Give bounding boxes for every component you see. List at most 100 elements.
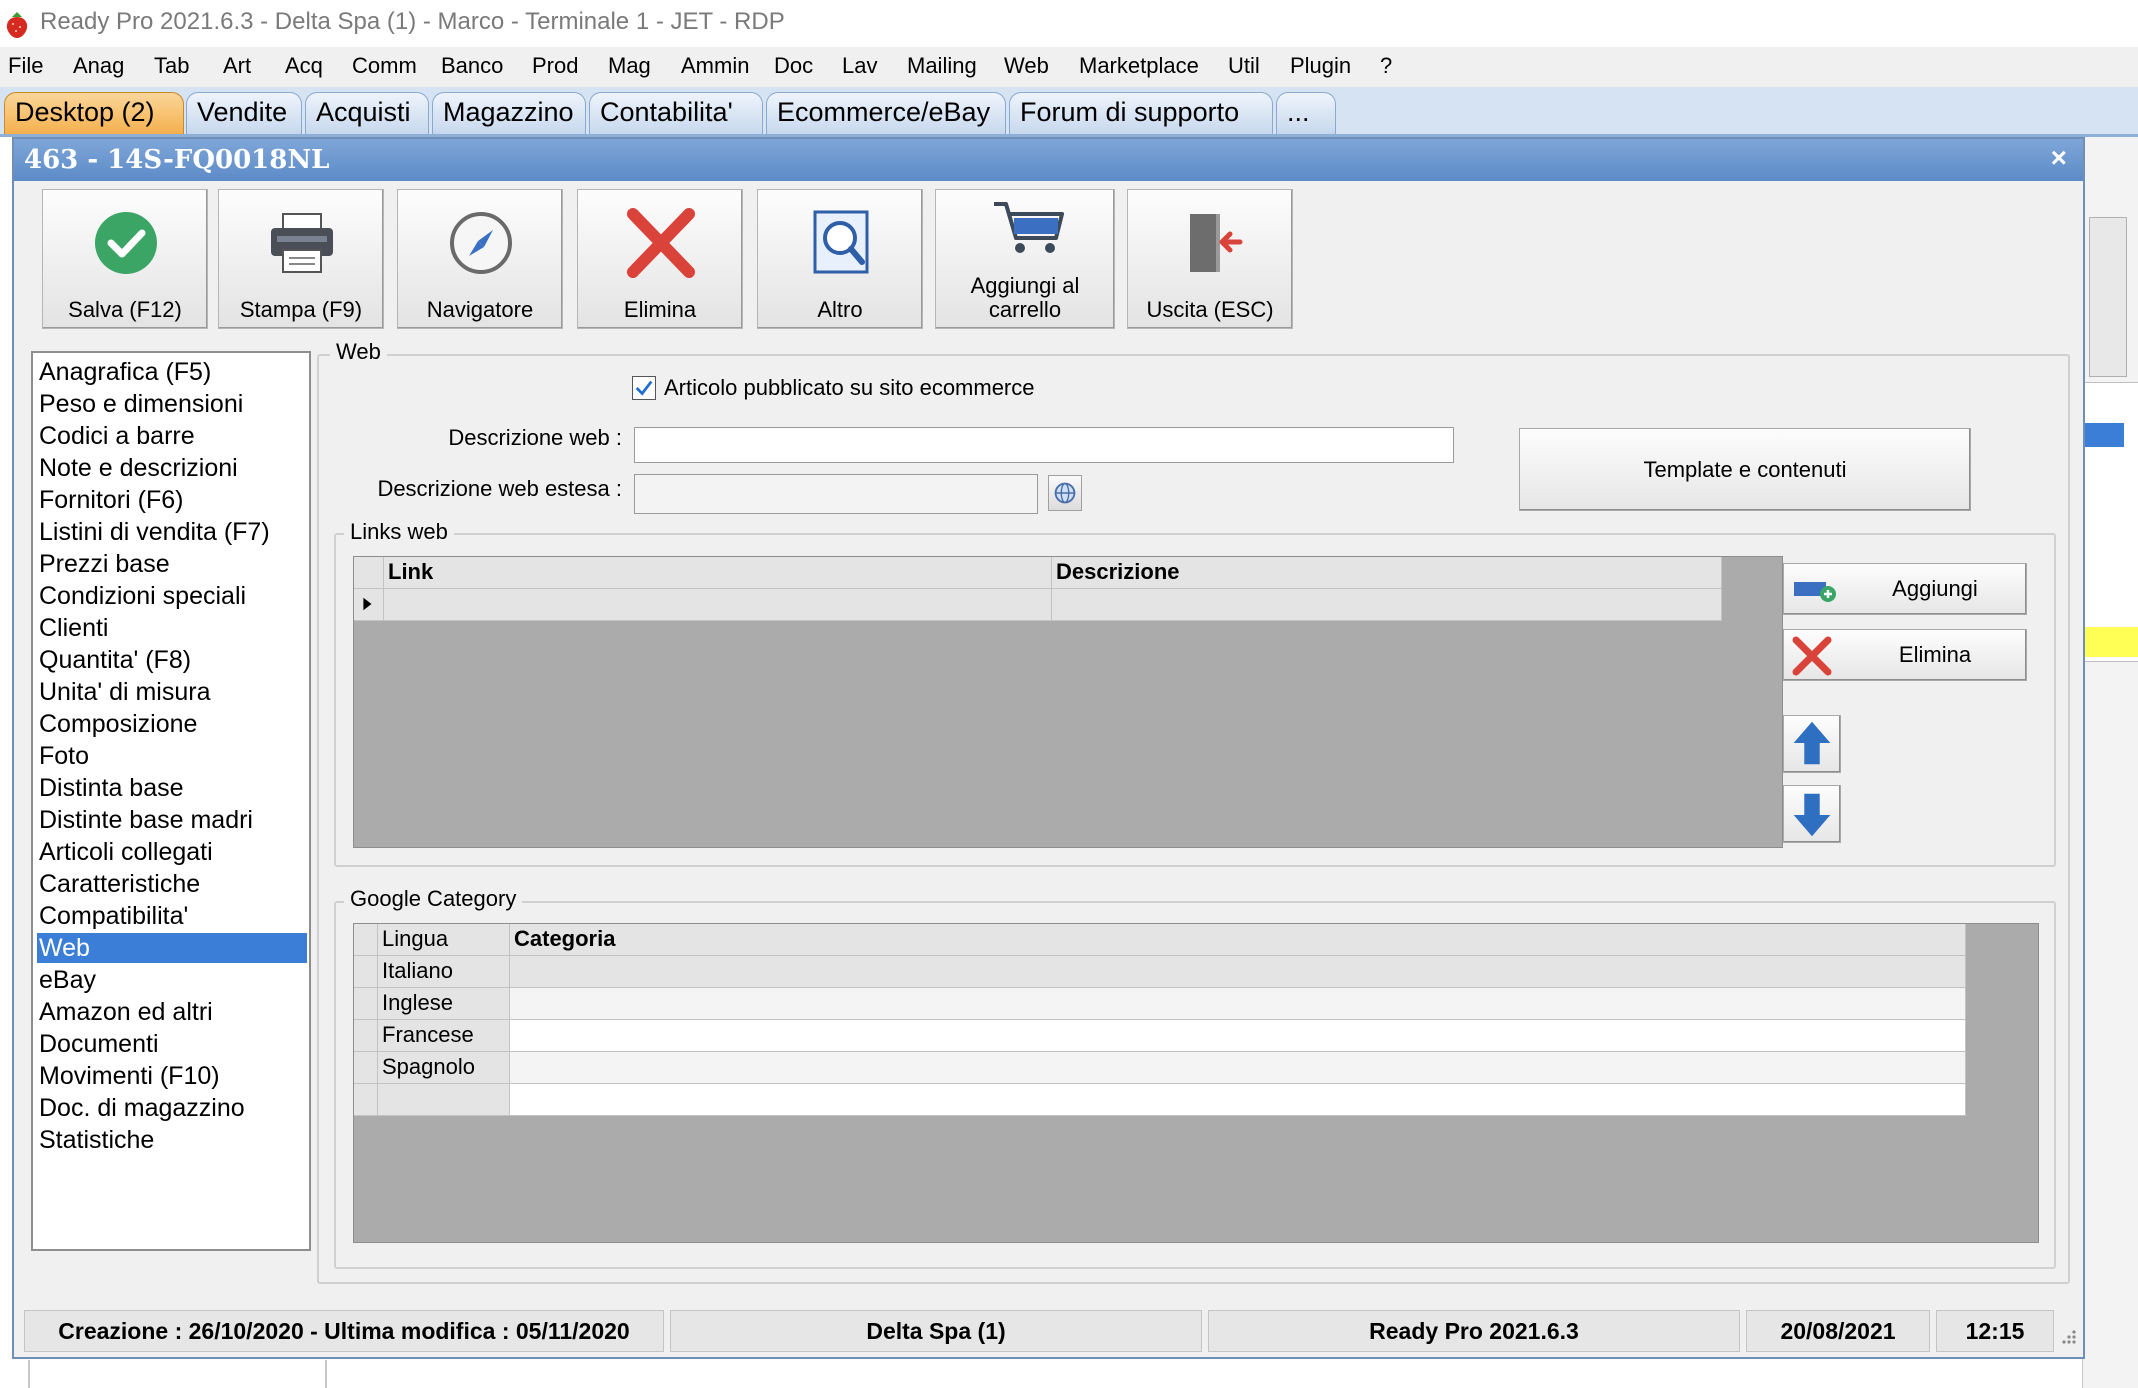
nav-item-distinta[interactable]: Distinta base [37,773,307,803]
web-extended-description-input[interactable] [634,474,1038,514]
nav-item-composizione[interactable]: Composizione [37,709,307,739]
nav-item-documenti[interactable]: Documenti [37,1029,307,1059]
nav-item-doc-magazzino[interactable]: Doc. di magazzino [37,1093,307,1123]
resize-grip-icon[interactable] [2058,1326,2078,1346]
move-down-button[interactable] [1783,785,1841,843]
close-icon[interactable]: × [2051,142,2067,174]
save-button[interactable]: Salva (F12) [42,189,208,329]
nav-item-condizioni[interactable]: Condizioni speciali [37,581,307,611]
menu-doc[interactable]: Doc [774,53,813,79]
menu-lav[interactable]: Lav [842,53,877,79]
google-row-header [354,988,378,1020]
google-category-grid[interactable]: Lingua Categoria Italiano Inglese France… [353,923,2039,1243]
delete-row-icon [1792,636,1832,676]
menu-ammin[interactable]: Ammin [681,53,749,79]
tab-forum[interactable]: Forum di supporto [1009,92,1273,134]
tab-desktop[interactable]: Desktop (2) [4,92,184,134]
google-row-header [354,956,378,988]
nav-item-statistiche[interactable]: Statistiche [37,1125,307,1155]
menu-prod[interactable]: Prod [532,53,578,79]
add-to-cart-label-line1: Aggiungi al [970,273,1080,298]
menu-acq[interactable]: Acq [285,53,323,79]
menu-file[interactable]: File [8,53,43,79]
add-to-cart-label-line2: carrello [988,297,1062,322]
nav-item-note[interactable]: Note e descrizioni [37,453,307,483]
nav-item-clienti[interactable]: Clienti [37,613,307,643]
app-title: Ready Pro 2021.6.3 - Delta Spa (1) - Mar… [40,8,785,35]
nav-item-quantita[interactable]: Quantita' (F8) [37,645,307,675]
delete-button[interactable]: Elimina [577,189,743,329]
menu-comm[interactable]: Comm [352,53,417,79]
dialog-title-bar: 463 - 14S-FQ0018NL × [14,139,2083,181]
resize-grip-dots [2062,1330,2076,1344]
print-button[interactable]: Stampa (F9) [218,189,384,329]
printer-icon [271,213,333,273]
published-checkbox[interactable] [632,376,656,400]
menu-art[interactable]: Art [223,53,251,79]
other-button[interactable]: Altro [757,189,923,329]
move-up-button[interactable] [1783,715,1841,773]
nav-item-ebay[interactable]: eBay [37,965,307,995]
nav-item-amazon[interactable]: Amazon ed altri [37,997,307,1027]
menu-tab[interactable]: Tab [154,53,189,79]
nav-item-distinte-madri[interactable]: Distinte base madri [37,805,307,835]
exit-button[interactable]: Uscita (ESC) [1127,189,1293,329]
add-link-button[interactable]: Aggiungi [1783,563,2027,615]
tab-more[interactable]: ... [1276,92,1336,134]
tab-ecommerce[interactable]: Ecommerce/eBay [766,92,1006,134]
web-description-input[interactable] [634,427,1454,463]
nav-item-peso[interactable]: Peso e dimensioni [37,389,307,419]
menu-util[interactable]: Util [1228,53,1260,79]
nav-item-fornitori[interactable]: Fornitori (F6) [37,485,307,515]
add-to-cart-button[interactable]: Aggiungi al carrello [935,189,1115,329]
arrow-up-icon [1793,721,1831,765]
links-col-description[interactable]: Descrizione [1052,557,1722,589]
links-cell-description[interactable] [1052,589,1722,621]
google-row-categoria[interactable] [510,1052,1966,1084]
edit-extended-description-button[interactable] [1048,475,1082,511]
nav-item-listini[interactable]: Listini di vendita (F7) [37,517,307,547]
tab-acquisti[interactable]: Acquisti [305,92,429,134]
google-row-categoria[interactable] [510,956,1966,988]
nav-item-movimenti[interactable]: Movimenti (F10) [37,1061,307,1091]
google-row-header [354,1084,378,1116]
nav-item-codici[interactable]: Codici a barre [37,421,307,451]
nav-item-compatibilita[interactable]: Compatibilita' [37,901,307,931]
arrow-down-icon [1793,793,1831,837]
menu-mailing[interactable]: Mailing [907,53,977,79]
menu-help[interactable]: ? [1380,53,1392,79]
tab-magazzino[interactable]: Magazzino [432,92,586,134]
nav-item-foto[interactable]: Foto [37,741,307,771]
google-col-lingua[interactable]: Lingua [378,924,510,956]
template-content-button[interactable]: Template e contenuti [1519,428,1971,511]
nav-item-collegati[interactable]: Articoli collegati [37,837,307,867]
menu-web[interactable]: Web [1004,53,1049,79]
google-col-categoria[interactable]: Categoria [510,924,1966,956]
menu-banco[interactable]: Banco [441,53,503,79]
links-col-link[interactable]: Link [384,557,1052,589]
nav-item-prezzi[interactable]: Prezzi base [37,549,307,579]
google-row-categoria[interactable] [510,988,1966,1020]
background-line [325,1360,327,1388]
menu-mag[interactable]: Mag [608,53,651,79]
app-title-bar: Ready Pro 2021.6.3 - Delta Spa (1) - Mar… [0,0,2138,47]
navigator-button[interactable]: Navigatore [397,189,563,329]
menu-marketplace[interactable]: Marketplace [1079,53,1199,79]
print-label: Stampa (F9) [239,297,363,322]
nav-item-caratteristiche[interactable]: Caratteristiche [37,869,307,899]
google-row-categoria-empty[interactable] [510,1084,1966,1116]
tab-contabilita[interactable]: Contabilita' [589,92,763,134]
delete-link-button[interactable]: Elimina [1783,629,2027,681]
nav-item-unita[interactable]: Unita' di misura [37,677,307,707]
status-company: Delta Spa (1) [670,1310,1202,1352]
links-cell-link[interactable] [384,589,1052,621]
nav-item-anagrafica[interactable]: Anagrafica (F5) [37,357,307,387]
menu-plugin[interactable]: Plugin [1290,53,1351,79]
check-circle-icon [95,212,157,274]
links-grid[interactable]: Link Descrizione [353,556,1783,848]
google-row-categoria[interactable] [510,1020,1966,1052]
links-web-label: Links web [344,519,454,545]
nav-item-web[interactable]: Web [37,933,307,963]
tab-vendite[interactable]: Vendite [186,92,302,134]
menu-anag[interactable]: Anag [73,53,124,79]
